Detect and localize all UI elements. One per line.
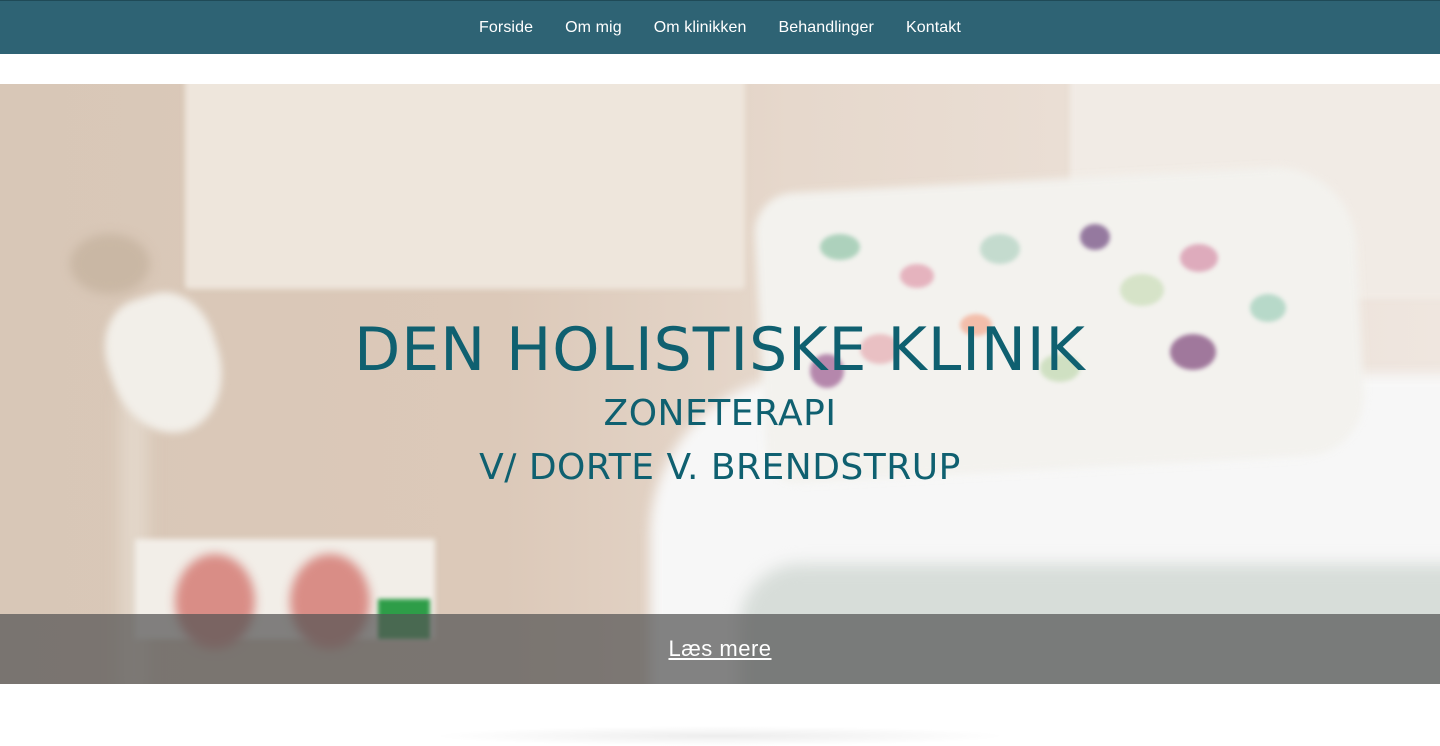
hero-subtitle-therapy: ZONETERAPI [603,393,837,434]
content-card-shadow [430,726,1010,746]
nav-link-om-mig[interactable]: Om mig [565,19,622,36]
nav-item-behandlinger: Behandlinger [778,19,874,37]
nav-item-kontakt: Kontakt [906,19,961,37]
hero-text-block: DEN HOLISTISKE KLINIK ZONETERAPI V/ DORT… [0,84,1440,684]
nav-link-behandlinger[interactable]: Behandlinger [778,19,874,36]
hero-banner: DEN HOLISTISKE KLINIK ZONETERAPI V/ DORT… [0,84,1440,684]
nav-item-om-klinikken: Om klinikken [654,19,747,37]
nav-link-forside[interactable]: Forside [479,19,533,36]
read-more-bar: Læs mere [0,614,1440,684]
hero-title: DEN HOLISTISKE KLINIK [354,315,1086,385]
hero-subtitle-name: V/ DORTE V. BRENDSTRUP [479,447,961,488]
nav-link-om-klinikken[interactable]: Om klinikken [654,19,747,36]
top-navigation: Forside Om mig Om klinikken Behandlinger… [0,0,1440,54]
nav-menu: Forside Om mig Om klinikken Behandlinger… [479,19,961,37]
nav-link-kontakt[interactable]: Kontakt [906,19,961,36]
read-more-link[interactable]: Læs mere [668,636,771,662]
nav-item-om-mig: Om mig [565,19,622,37]
nav-item-forside: Forside [479,19,533,37]
